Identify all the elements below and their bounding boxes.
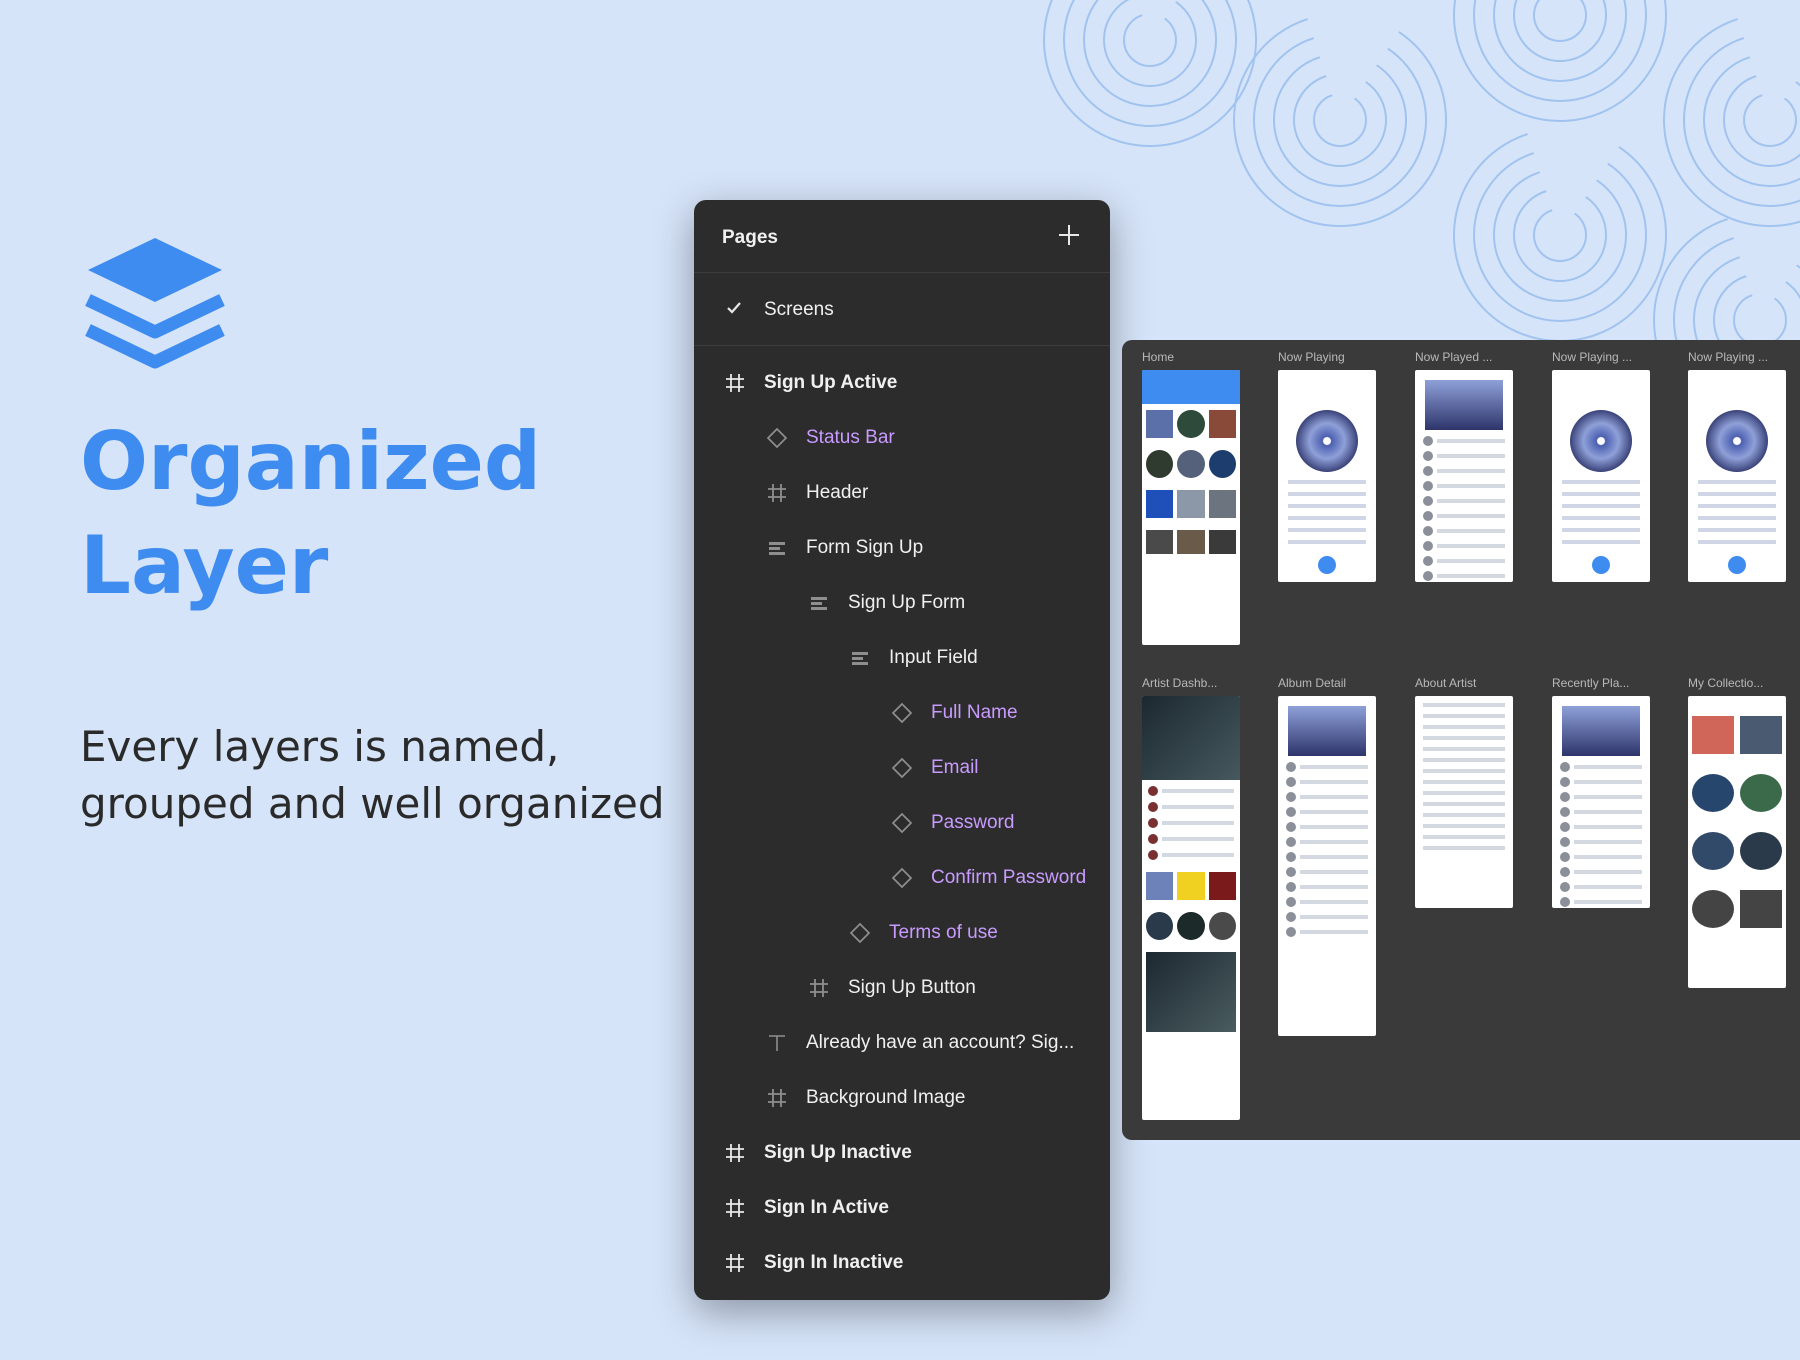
screen-frame[interactable]: About Artist: [1415, 676, 1513, 908]
screen-thumbnail: [1552, 696, 1650, 908]
layer-label: Sign Up Active: [764, 372, 898, 393]
component-instance-icon: [889, 755, 915, 781]
frame-icon: [806, 975, 832, 1001]
layer-row[interactable]: Sign Up Button: [806, 968, 976, 1008]
layer-label: Sign In Active: [764, 1197, 889, 1218]
component-instance-icon: [847, 920, 873, 946]
layer-label: Terms of use: [889, 922, 998, 943]
layer-row[interactable]: Terms of use: [847, 913, 998, 953]
subtitle-line-1: Every layers is named,: [80, 722, 560, 771]
layer-label: Email: [931, 757, 979, 778]
screen-frame[interactable]: Now Playing ...: [1552, 350, 1650, 582]
check-icon: [727, 302, 741, 314]
screen-frame[interactable]: Album Detail: [1278, 676, 1376, 1036]
frame-icon: [764, 1085, 790, 1111]
layer-row[interactable]: Sign Up Active: [722, 363, 897, 403]
layer-label: Status Bar: [806, 427, 895, 448]
layer-row[interactable]: Sign In Active: [722, 1188, 889, 1228]
layer-row[interactable]: Sign Up Form: [806, 583, 965, 623]
screen-frame[interactable]: Home: [1142, 350, 1240, 645]
screen-thumbnail: [1142, 370, 1240, 645]
screen-thumbnail: [1688, 370, 1786, 582]
screen-thumbnail: [1415, 696, 1513, 908]
frame-label: About Artist: [1415, 676, 1477, 690]
screen-frame[interactable]: Now Playing ...: [1688, 350, 1786, 582]
layer-label: Sign Up Inactive: [764, 1142, 912, 1163]
layer-label: Input Field: [889, 647, 978, 668]
frame-label: Recently Pla...: [1552, 676, 1630, 690]
frame-icon: [722, 1250, 748, 1276]
layer-label: Full Name: [931, 702, 1018, 723]
frame-label: Now Playing ...: [1552, 350, 1633, 364]
layer-label: Already have an account? Sig...: [806, 1032, 1075, 1053]
screen-thumbnail: [1278, 696, 1376, 1036]
layer-row[interactable]: Status Bar: [764, 418, 895, 458]
screen-frame[interactable]: Now Playing: [1278, 350, 1376, 582]
plus-icon[interactable]: [1056, 222, 1082, 248]
layer-row[interactable]: Full Name: [889, 693, 1018, 733]
screen-thumbnail: [1278, 370, 1376, 582]
screen-thumbnail: [1142, 696, 1240, 1120]
layer-label: Confirm Password: [931, 867, 1087, 888]
headline-line-1: Organized: [80, 415, 542, 508]
layer-row[interactable]: Confirm Password: [889, 858, 1086, 898]
layer-row[interactable]: Sign Up Inactive: [722, 1133, 912, 1173]
component-instance-icon: [889, 865, 915, 891]
screen-thumbnail: [1688, 696, 1786, 988]
layer-label: Header: [806, 482, 869, 503]
layer-row[interactable]: Input Field: [847, 638, 978, 678]
text-icon: [764, 1030, 790, 1056]
screen-thumbnail: [1415, 370, 1513, 582]
frame-icon: [764, 480, 790, 506]
layer-row[interactable]: Email: [889, 748, 979, 788]
screen-frame[interactable]: Artist Dashb...: [1142, 676, 1240, 1120]
layer-label: Sign Up Form: [848, 592, 966, 613]
layer-row[interactable]: Password: [889, 803, 1014, 843]
layer-label: Background Image: [806, 1087, 966, 1108]
frame-icon: [722, 1195, 748, 1221]
frame-label: My Collectio...: [1688, 676, 1764, 690]
layer-label: Sign Up Button: [848, 977, 976, 998]
layer-label: Password: [931, 812, 1015, 833]
frame-label: Home: [1142, 350, 1175, 364]
screen-frame[interactable]: My Collectio...: [1688, 676, 1786, 988]
layers-logo-icon: [85, 238, 225, 369]
page-item-screens[interactable]: Screens: [694, 273, 1110, 346]
frame-label: Artist Dashb...: [1142, 676, 1218, 690]
frame-label: Now Playing: [1278, 350, 1345, 364]
layer-row[interactable]: Sign In Inactive: [722, 1243, 903, 1283]
component-instance-icon: [889, 700, 915, 726]
layer-row[interactable]: Background Image: [764, 1078, 966, 1118]
layer-row[interactable]: Already have an account? Sig...: [764, 1023, 1074, 1063]
auto-layout-icon: [764, 535, 790, 561]
pages-title: Pages: [722, 227, 778, 248]
panel-header: Pages: [694, 200, 1110, 273]
screen-frame[interactable]: Now Played ...: [1415, 350, 1513, 582]
auto-layout-icon: [806, 590, 832, 616]
frame-label: Now Played ...: [1415, 350, 1493, 364]
page-label: Screens: [764, 299, 834, 320]
headline-line-2: Layer: [80, 519, 329, 612]
screen-thumbnail: [1552, 370, 1650, 582]
frame-label: Now Playing ...: [1688, 350, 1769, 364]
screens-canvas[interactable]: Home Now Playing Now Played ... Now Playing…: [1122, 340, 1800, 1140]
component-instance-icon: [889, 810, 915, 836]
layer-row[interactable]: Form Sign Up: [764, 528, 923, 568]
subtitle-line-2: grouped and well organized: [80, 779, 665, 828]
layer-label: Sign In Inactive: [764, 1252, 904, 1273]
frame-icon: [722, 1140, 748, 1166]
auto-layout-icon: [847, 645, 873, 671]
frame-icon: [722, 370, 748, 396]
frame-label: Album Detail: [1278, 676, 1347, 690]
screen-frame[interactable]: Recently Pla...: [1552, 676, 1650, 908]
layers-panel: Pages Screens Sign Up Active Status Bar He…: [694, 200, 1110, 1300]
layer-row[interactable]: Header: [764, 473, 868, 513]
layer-label: Form Sign Up: [806, 537, 924, 558]
component-instance-icon: [764, 425, 790, 451]
